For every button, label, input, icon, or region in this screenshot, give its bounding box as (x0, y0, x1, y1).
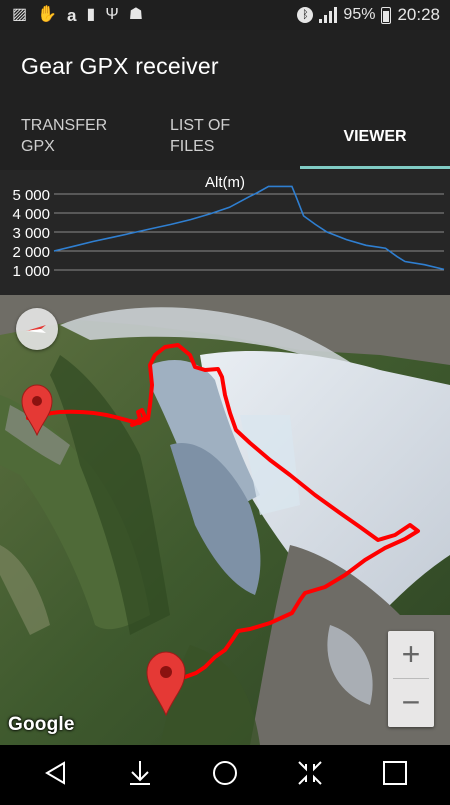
y-tick-label: 1 000 (12, 263, 50, 280)
tab-label: LIST OF (170, 117, 231, 134)
hand-icon: ✋ (37, 6, 58, 23)
altitude-chart: Alt(m) 1 000 2 000 3 000 4 000 5 000 (0, 170, 450, 295)
tab-list-of-files[interactable]: LIST OF FILES (170, 102, 290, 170)
home-icon[interactable] (195, 745, 255, 800)
tab-label: GPX (21, 138, 55, 155)
navigation-bar (0, 745, 450, 800)
y-tick-label: 4 000 (12, 206, 50, 223)
zoom-controls: + − (388, 631, 434, 727)
zoom-in-button[interactable]: + (388, 631, 434, 678)
recents-icon[interactable] (365, 745, 425, 800)
bluetooth-icon: ᛒ (297, 7, 314, 23)
amazon-icon: a (67, 5, 77, 25)
battery-icon (381, 6, 392, 24)
status-bar: ▨ ✋ a ▮ Ψ ☗ ᛒ 95% 20:28 (0, 0, 450, 30)
compass-icon[interactable] (16, 308, 58, 350)
satellite-map (0, 295, 450, 745)
tab-label: FILES (170, 138, 215, 155)
notification-icons: ▨ ✋ a ▮ Ψ ☗ (0, 7, 143, 24)
app-bar: Gear GPX receiver (0, 30, 450, 102)
image-icon: ▨ (12, 6, 28, 23)
altitude-chart-svg: Alt(m) 1 000 2 000 3 000 4 000 5 000 (12, 174, 445, 280)
tab-indicator (300, 166, 450, 169)
usb-icon: Ψ (105, 6, 119, 23)
map-view[interactable]: + − Google (0, 295, 450, 745)
chart-title: Alt(m) (205, 174, 245, 191)
tab-label: TRANSFER (21, 117, 108, 134)
app-title: Gear GPX receiver (21, 52, 219, 79)
download-icon[interactable] (110, 745, 170, 800)
sd-card-icon: ▮ (86, 6, 96, 23)
y-tick-label: 5 000 (12, 187, 50, 204)
clock: 20:28 (397, 5, 440, 24)
tab-transfer-gpx[interactable]: TRANSFER GPX (21, 102, 151, 170)
tab-label: VIEWER (343, 127, 407, 145)
tab-bar: TRANSFER GPX LIST OF FILES VIEWER (0, 102, 450, 170)
y-tick-label: 2 000 (12, 244, 50, 261)
android-debug-icon: ☗ (128, 6, 144, 23)
y-tick-label: 3 000 (12, 225, 50, 242)
collapse-icon[interactable] (280, 745, 340, 800)
altitude-series-line (53, 185, 445, 271)
zoom-out-button[interactable]: − (388, 679, 434, 726)
back-icon[interactable] (26, 745, 86, 800)
tab-viewer[interactable]: VIEWER (300, 102, 450, 170)
battery-percent: 95% (343, 6, 376, 23)
google-logo: Google (8, 714, 75, 735)
signal-icon (319, 7, 338, 23)
